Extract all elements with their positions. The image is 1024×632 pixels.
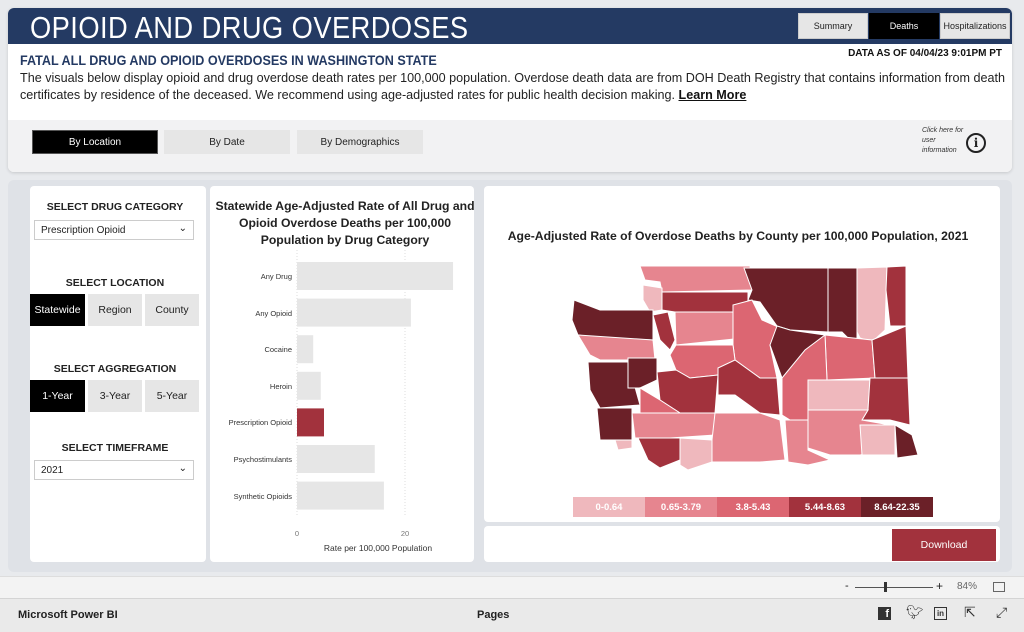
location-county[interactable]: County — [145, 294, 199, 326]
twitter-icon[interactable]: 🐦︎ — [906, 604, 924, 621]
legend-item: 5.44-8.63 — [789, 497, 861, 517]
category-label: Prescription Opioid — [228, 418, 292, 428]
location-region[interactable]: Region — [88, 294, 142, 326]
zoom-out-button[interactable]: - — [845, 580, 849, 592]
tab-by-date[interactable]: By Date — [164, 130, 290, 154]
tab-bar: By Location By Date By Demographics Clic… — [8, 120, 1012, 172]
category-label: Psychostimulants — [233, 455, 292, 464]
zoom-level: 84% — [957, 581, 978, 592]
user-info-text[interactable]: Click here for user information — [922, 126, 964, 156]
category-label: Any Opioid — [255, 308, 292, 318]
aggregation-label: SELECT AGGREGATION — [53, 363, 177, 375]
category-label: Any Drug — [260, 272, 292, 281]
bar-prescription-opioid[interactable] — [297, 408, 324, 437]
bar-chart: 0 20 Rate per 100,000 Population — [295, 250, 454, 553]
zoom-in-button[interactable]: + — [936, 579, 943, 593]
info-circle-icon[interactable]: i — [966, 133, 986, 153]
bar-any-drug[interactable] — [297, 262, 454, 290]
header-card: OPIOID AND DRUG OVERDOSES Summary Deaths… — [8, 8, 1012, 172]
x-tick-label: 20 — [401, 529, 409, 538]
drug-category-label: SELECT DRUG CATEGORY — [46, 201, 184, 213]
learn-more-link[interactable]: Learn More — [679, 88, 747, 102]
bar-heroin[interactable] — [297, 371, 321, 400]
bar-chart-title: Statewide Age-Adjusted Rate of All Drug … — [215, 199, 475, 247]
tab-by-demographics[interactable]: By Demographics — [297, 130, 423, 154]
x-axis-label: Rate per 100,000 Population — [324, 543, 432, 553]
download-button[interactable]: Download — [892, 529, 996, 561]
nav-summary[interactable]: Summary — [798, 13, 868, 39]
timeframe-value: 2021 — [41, 465, 64, 476]
powerbi-brand[interactable]: Microsoft Power BI — [18, 609, 118, 621]
nav-deaths[interactable]: Deaths — [869, 13, 939, 39]
aggregation-5-year[interactable]: 5-Year — [145, 380, 199, 412]
bar-psychostimulants[interactable] — [297, 445, 375, 473]
title-banner: OPIOID AND DRUG OVERDOSES Summary Deaths… — [8, 8, 1012, 45]
fit-to-page-icon[interactable] — [993, 582, 1005, 592]
page-title: OPIOID AND DRUG OVERDOSES — [30, 10, 469, 45]
section-subtitle: FATAL ALL DRUG AND OPIOID OVERDOSES IN W… — [20, 52, 437, 68]
data-as-of: DATA AS OF 04/04/23 9:01PM PT — [848, 48, 1002, 59]
tab-by-location[interactable]: By Location — [32, 130, 158, 154]
timeframe-label: SELECT TIMEFRAME — [61, 442, 169, 454]
fullscreen-icon[interactable]: ⤢ — [996, 604, 1007, 621]
facebook-icon[interactable]: f — [878, 607, 891, 620]
bar-cocaine[interactable] — [297, 335, 314, 364]
footer-bar: Microsoft Power BI Pages f 🐦︎ in ⇱ ⤢ — [0, 598, 1024, 632]
pages-button[interactable]: Pages — [477, 609, 509, 621]
map-title: Age-Adjusted Rate of Overdose Deaths by … — [507, 229, 969, 243]
x-tick-label: 0 — [295, 529, 299, 538]
category-label: Heroin — [269, 381, 292, 391]
drug-category-value: Prescription Opioid — [41, 225, 126, 236]
bar-any-opioid[interactable] — [297, 298, 411, 327]
drug-category-dropdown[interactable]: Prescription Opioid ⌄ — [34, 220, 194, 240]
aggregation-3-year[interactable]: 3-Year — [88, 380, 142, 412]
chevron-down-icon: ⌄ — [178, 463, 187, 474]
bar-synthetic-opioids[interactable] — [297, 481, 384, 510]
description: The visuals below display opioid and dru… — [20, 70, 1010, 104]
legend-item: 0.65-3.79 — [645, 497, 717, 517]
legend-item: 0-0.64 — [573, 497, 645, 517]
zoom-slider[interactable] — [855, 587, 933, 588]
legend-item: 3.8-5.43 — [717, 497, 789, 517]
nav-hospitalizations[interactable]: Hospitalizations — [940, 13, 1010, 39]
location-statewide[interactable]: Statewide — [30, 294, 85, 326]
category-label: Cocaine — [264, 345, 292, 355]
location-label: SELECT LOCATION — [65, 277, 165, 289]
timeframe-dropdown[interactable]: 2021 ⌄ — [34, 460, 194, 480]
zoom-slider-handle[interactable] — [884, 582, 887, 592]
linkedin-icon[interactable]: in — [934, 607, 947, 620]
description-text: The visuals below display opioid and dru… — [20, 71, 1005, 102]
aggregation-1-year[interactable]: 1-Year — [30, 380, 85, 412]
legend-item: 8.64-22.35 — [861, 497, 933, 517]
zoom-bar: - + 84% — [0, 576, 1024, 598]
share-icon[interactable]: ⇱ — [964, 604, 976, 621]
category-label: Synthetic Opioids — [233, 491, 292, 501]
chevron-down-icon: ⌄ — [178, 223, 187, 234]
